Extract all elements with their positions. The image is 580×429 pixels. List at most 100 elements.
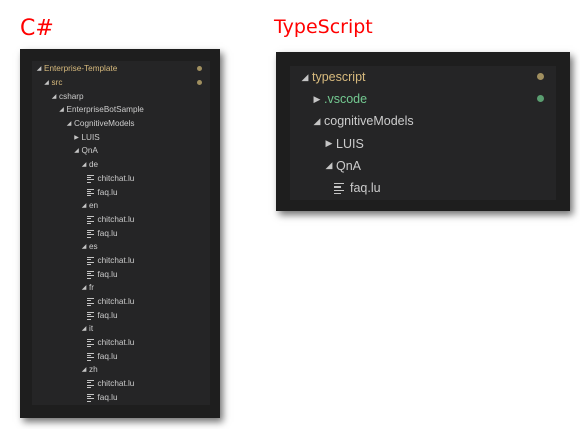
file-item[interactable]: chitchat.lu [32,295,210,309]
chevron-down-icon[interactable]: ◢ [322,160,336,171]
chevron-down-icon[interactable]: ◢ [310,116,324,127]
file-item[interactable]: faq.lu [32,349,210,363]
folder-item[interactable]: ◢ es [32,240,210,254]
folder-item[interactable]: ◢ csharp [32,89,210,103]
folder-item[interactable]: ◢ EnterpriseBotSample [32,103,210,117]
file-lines-icon [86,339,94,348]
git-status-dot-icon [197,79,202,85]
chevron-down-icon[interactable]: ◢ [79,325,89,332]
item-label: src [51,78,63,88]
item-label: de [89,160,99,170]
file-item[interactable]: faq.lu [32,308,210,322]
file-item[interactable]: faq.lu [32,267,210,281]
file-lines-icon [86,298,94,306]
item-label: csharp [59,91,84,101]
chevron-down-icon[interactable]: ◢ [79,243,89,250]
folder-item[interactable]: ◢ en [32,199,210,213]
item-label: QnA [81,146,98,156]
typescript-explorer-screenshot: ◢ typescript ▶ .vscode ◢ cognitiveModels ▶ LUIS… [276,52,570,211]
file-lines-icon [86,380,94,389]
file-lines-icon [86,393,94,402]
file-lines-icon [334,183,344,195]
folder-item[interactable]: ◢ src [32,76,210,90]
item-label: chitchat.lu [97,214,135,224]
item-label: EnterpriseBotSample [66,105,144,115]
folder-item[interactable]: ◢ QnA [32,144,210,158]
folder-item[interactable]: ◢ typescript [290,66,556,88]
folder-item[interactable]: ◢ de [32,158,210,172]
item-label: faq.lu [97,351,118,361]
item-label: faq.lu [350,181,381,196]
file-lines-icon [86,352,94,361]
folder-item[interactable]: ◢ CognitiveModels [32,117,210,131]
file-lines-icon [86,311,94,320]
folder-item[interactable]: ◢ fr [32,281,210,295]
file-lines-icon [86,188,94,197]
csharp-file-tree: ◢ Enterprise-Template ◢ src ◢ csharp ◢ Enterpri… [32,61,210,405]
item-label: faq.lu [97,269,118,279]
item-label: chitchat.lu [97,255,135,265]
item-label: typescript [312,70,366,85]
folder-item[interactable]: ▶ .vscode [290,88,556,110]
file-item[interactable]: faq.lu [290,177,556,199]
item-label: fr [89,283,95,293]
file-item[interactable]: chitchat.lu [32,254,210,268]
chevron-right-icon[interactable]: ▶ [72,134,82,141]
file-lines-icon [86,174,94,183]
chevron-right-icon[interactable]: ▶ [310,94,324,105]
chevron-down-icon[interactable]: ◢ [79,161,89,168]
file-item[interactable]: faq.lu [32,185,210,199]
item-label: .vscode [324,92,368,107]
folder-item[interactable]: ◢ zh [32,363,210,377]
chevron-down-icon[interactable]: ◢ [57,106,67,113]
folder-item[interactable]: ◢ cognitiveModels [290,110,556,132]
file-item[interactable]: chitchat.lu [32,377,210,391]
item-label: chitchat.lu [97,338,135,348]
chevron-down-icon[interactable]: ◢ [42,79,52,86]
chevron-down-icon[interactable]: ◢ [79,284,89,291]
folder-item[interactable]: ◢ Enterprise-Template [32,62,210,76]
csharp-heading: C# [20,16,54,41]
folder-item[interactable]: ▶ LUIS [290,133,556,155]
file-item[interactable]: chitchat.lu [32,336,210,350]
item-label: Enterprise-Template [44,64,118,74]
file-item[interactable]: chitchat.lu [32,213,210,227]
file-item[interactable]: faq.lu [32,391,210,405]
git-status-dot-icon [537,95,544,103]
item-label: es [89,242,98,252]
item-label: LUIS [81,132,100,142]
item-label: faq.lu [97,228,118,238]
file-lines-icon [86,229,94,238]
item-label: chitchat.lu [97,379,135,389]
item-label: LUIS [336,136,364,151]
item-label: zh [89,365,98,375]
item-label: faq.lu [97,392,118,402]
chevron-right-icon[interactable]: ▶ [322,138,336,149]
csharp-explorer-screenshot: ◢ Enterprise-Template ◢ src ◢ csharp ◢ Enterpri… [20,49,220,418]
item-label: en [89,201,99,211]
git-status-dot-icon [537,73,544,80]
folder-item[interactable]: ▶ LUIS [32,130,210,144]
item-label: cognitiveModels [324,114,414,129]
git-status-dot-icon [197,66,202,71]
file-item[interactable]: faq.lu [32,226,210,240]
item-label: QnA [336,158,362,173]
folder-item[interactable]: ◢ QnA [290,155,556,177]
item-label: chitchat.lu [97,297,135,307]
chevron-down-icon[interactable]: ◢ [298,72,312,83]
chevron-down-icon[interactable]: ◢ [64,120,74,127]
file-item[interactable]: chitchat.lu [32,172,210,186]
item-label: it [89,324,94,334]
typescript-heading: TypeScript [274,16,373,38]
chevron-down-icon[interactable]: ◢ [72,147,82,154]
item-label: chitchat.lu [97,173,135,183]
item-label: CognitiveModels [74,119,135,129]
file-lines-icon [86,215,94,224]
item-label: faq.lu [97,310,118,320]
chevron-down-icon[interactable]: ◢ [79,202,89,209]
item-label: faq.lu [97,187,118,197]
chevron-down-icon[interactable]: ◢ [49,93,59,100]
chevron-down-icon[interactable]: ◢ [34,65,44,72]
chevron-down-icon[interactable]: ◢ [79,366,89,373]
folder-item[interactable]: ◢ it [32,322,210,336]
